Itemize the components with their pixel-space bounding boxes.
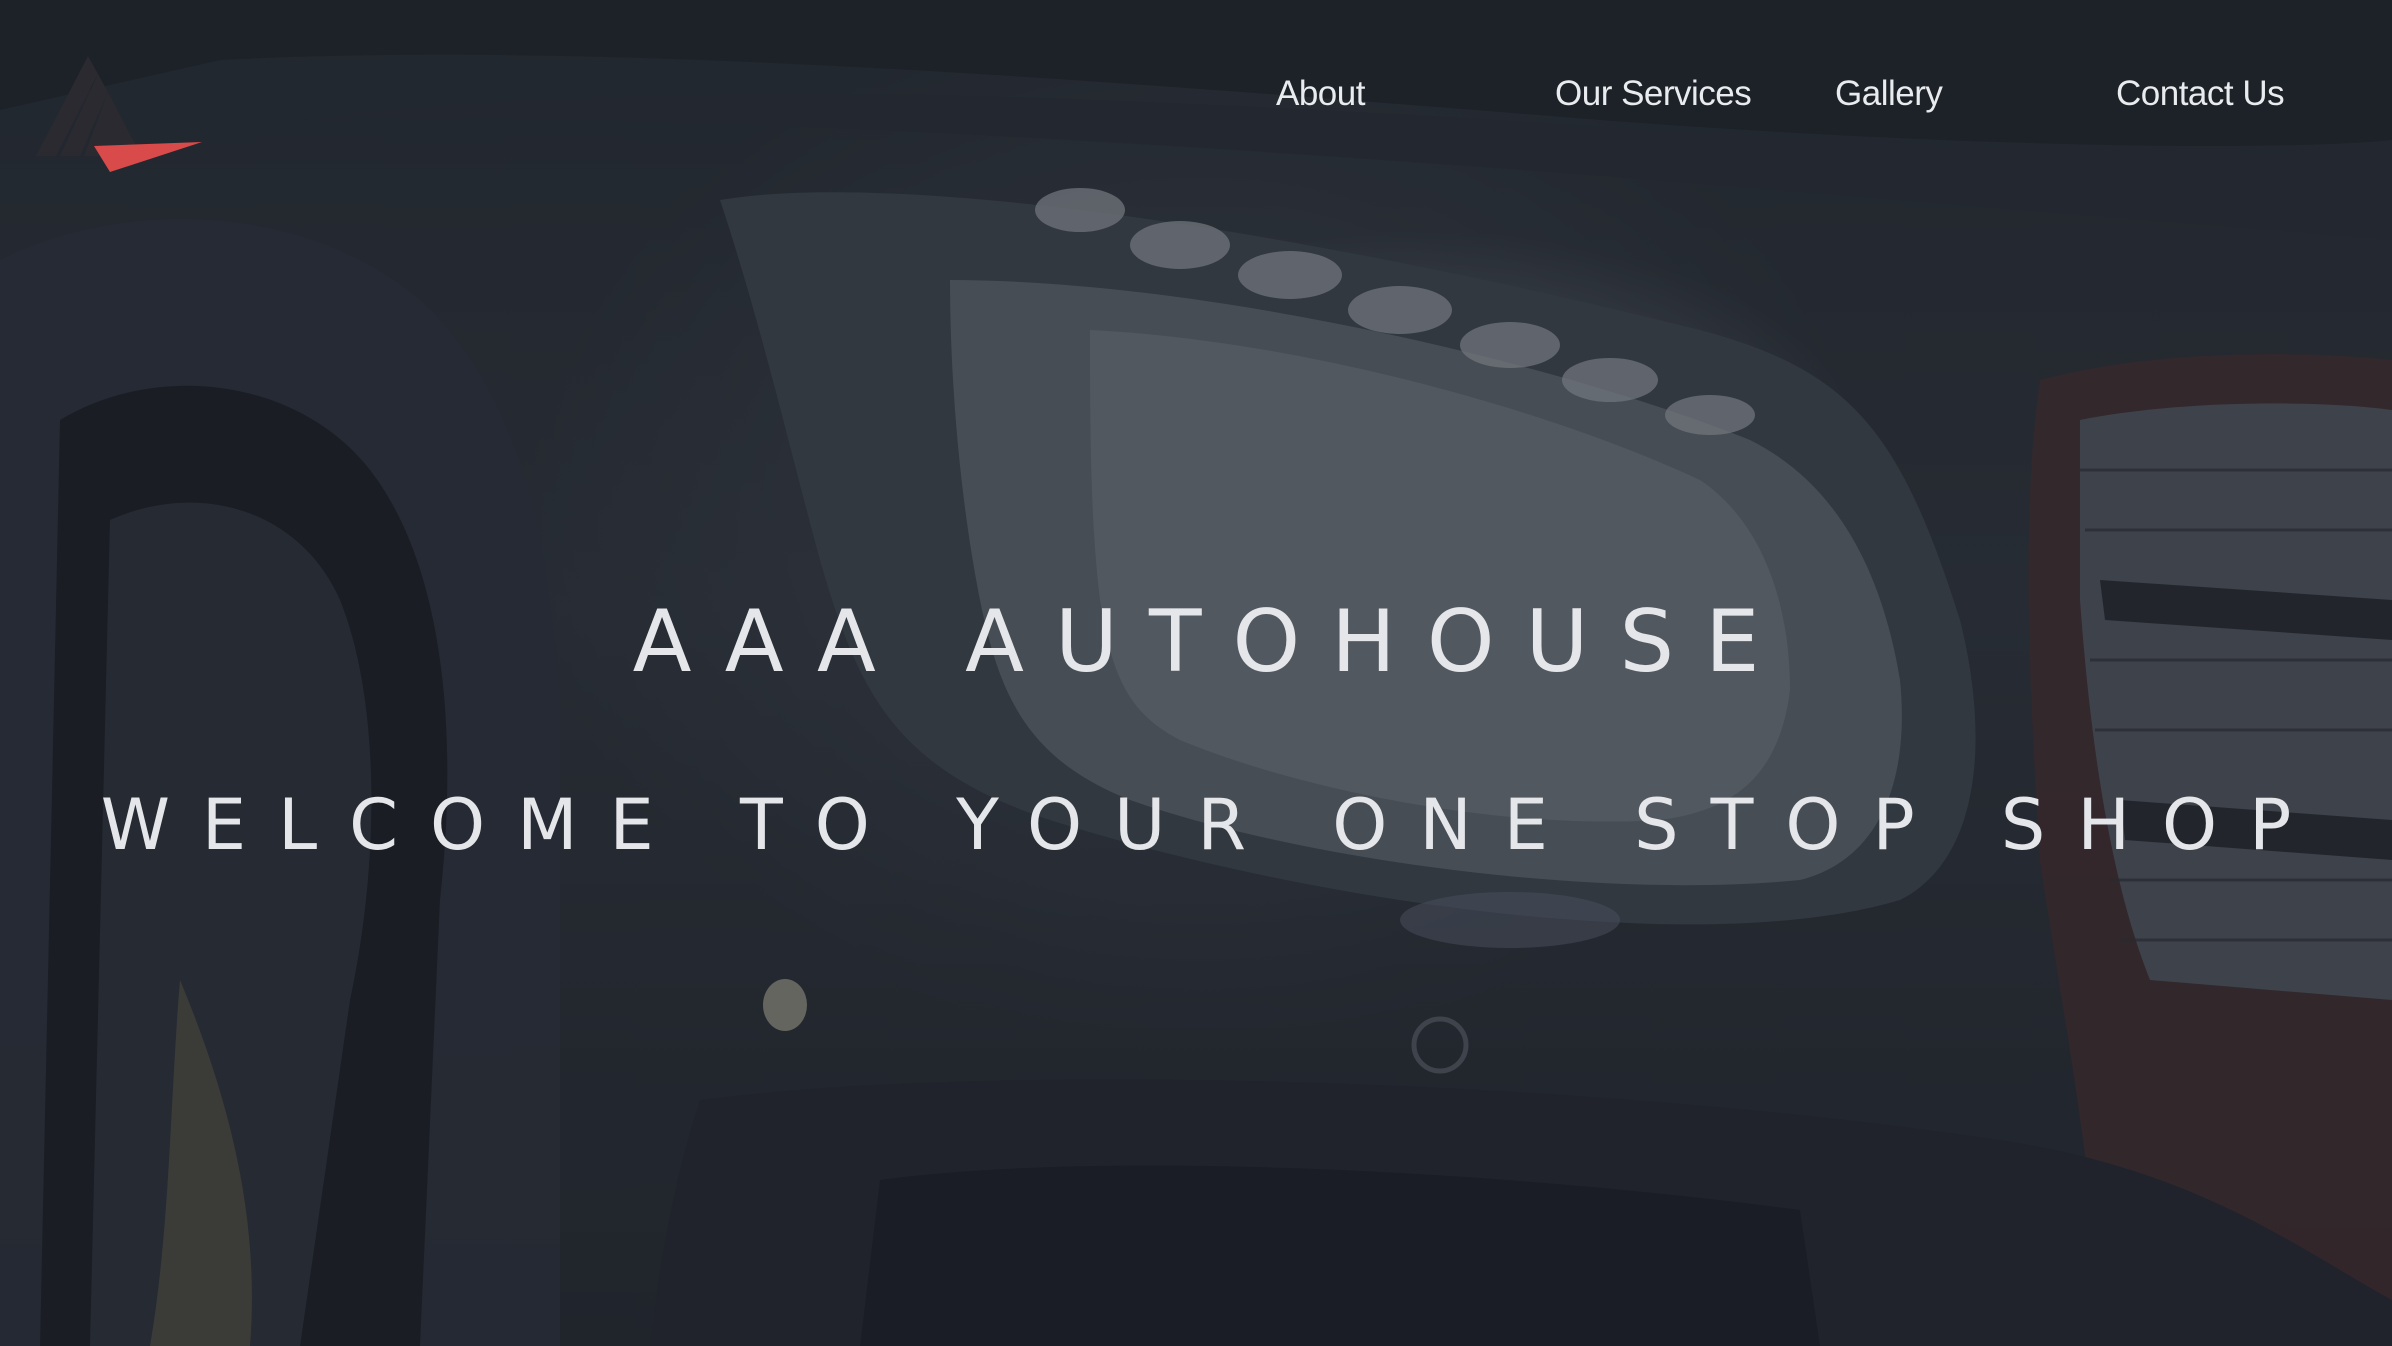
hero-subtitle: WELCOME TO YOUR ONE STOP SHOP	[100, 784, 2324, 866]
hero-title: AAA AUTOHOUSE	[632, 592, 1791, 692]
nav-about-link[interactable]: About	[1276, 74, 1365, 114]
nav-contact-us-link[interactable]: Contact Us	[2116, 74, 2285, 114]
nav-gallery-link[interactable]: Gallery	[1835, 74, 1943, 114]
nav-our-services-link[interactable]: Our Services	[1555, 74, 1752, 114]
mountain-logo-icon[interactable]	[36, 50, 206, 180]
hero-section: About Our Services Gallery Contact Us AA…	[0, 0, 2392, 1346]
